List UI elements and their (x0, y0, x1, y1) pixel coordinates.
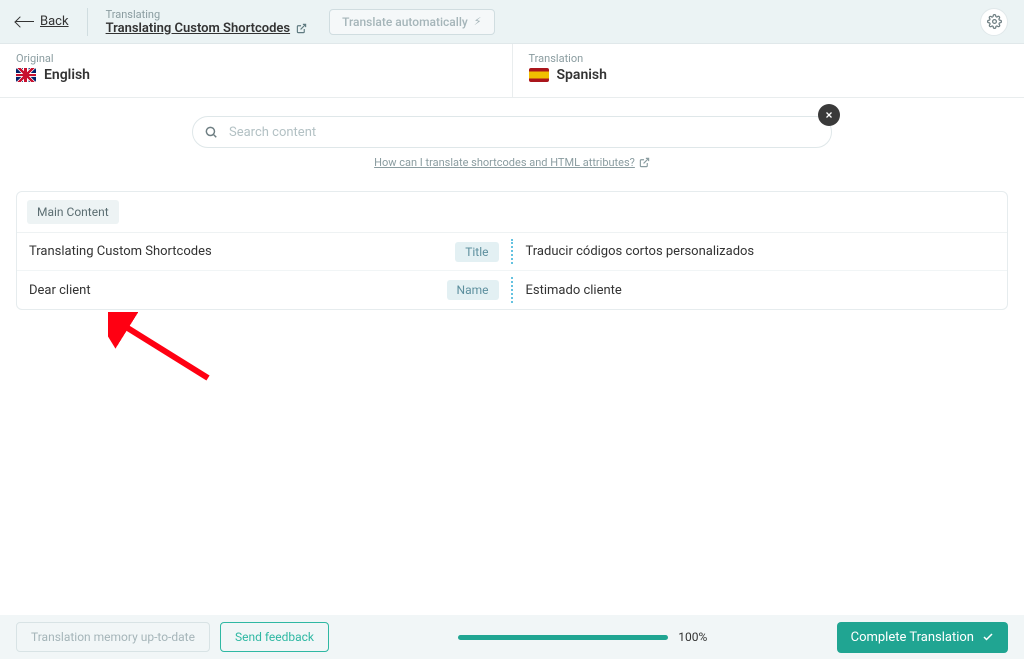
spain-flag-icon (529, 68, 549, 82)
panel-header: Main Content (17, 192, 1007, 233)
source-text: Dear client (29, 283, 91, 298)
settings-button[interactable] (980, 8, 1008, 36)
back-label: Back (40, 14, 69, 29)
source-text: Translating Custom Shortcodes (29, 244, 212, 259)
target-text: Traducir códigos cortos personalizados (526, 244, 755, 259)
breadcrumb-title-text: Translating Custom Shortcodes (106, 21, 291, 36)
panel-header-chip: Main Content (27, 200, 119, 224)
translate-automatically-button[interactable]: Translate automatically ⚡︎ (329, 9, 494, 35)
target-cell[interactable]: Traducir códigos cortos personalizados (514, 244, 1008, 259)
breadcrumb: Translating Translating Custom Shortcode… (106, 8, 308, 36)
breadcrumb-title[interactable]: Translating Custom Shortcodes (106, 21, 308, 36)
divider (87, 8, 88, 36)
language-bar: Original English Translation Spanish (0, 44, 1024, 98)
clear-search-button[interactable] (818, 104, 840, 126)
translation-lang-row: Spanish (529, 67, 1009, 83)
top-bar: Back Translating Translating Custom Shor… (0, 0, 1024, 44)
annotation-arrow-icon (108, 312, 218, 392)
help-link[interactable]: How can I translate shortcodes and HTML … (16, 156, 1008, 169)
back-button[interactable]: Back (16, 14, 69, 29)
external-link-icon (296, 23, 307, 34)
send-feedback-button[interactable]: Send feedback (220, 622, 329, 652)
progress-percentage: 100% (678, 630, 707, 644)
translation-label: Translation (529, 52, 1009, 65)
search-icon (204, 125, 218, 139)
translation-memory-button[interactable]: Translation memory up-to-date (16, 622, 210, 652)
close-icon (824, 110, 834, 120)
search-wrap (192, 116, 832, 148)
table-row[interactable]: Dear client Name Estimado cliente (17, 271, 1007, 309)
back-arrow-icon (16, 21, 34, 22)
external-link-icon (639, 157, 650, 168)
source-cell: Translating Custom Shortcodes Title (17, 242, 511, 262)
progress-wrap: 100% (339, 630, 827, 644)
translation-lang-name: Spanish (557, 67, 607, 83)
complete-btn-label: Complete Translation (851, 630, 974, 645)
translation-language-column: Translation Spanish (513, 44, 1024, 97)
content-area: How can I translate shortcodes and HTML … (0, 98, 1024, 310)
original-lang-row: English (16, 67, 496, 83)
complete-translation-button[interactable]: Complete Translation (837, 622, 1008, 653)
breadcrumb-context: Translating (106, 8, 308, 21)
search-input[interactable] (192, 116, 832, 148)
gear-icon (987, 14, 1002, 29)
footer-bar: Translation memory up-to-date Send feedb… (0, 615, 1024, 659)
uk-flag-icon (16, 68, 36, 82)
source-cell: Dear client Name (17, 280, 511, 300)
original-language-column: Original English (0, 44, 513, 97)
target-cell[interactable]: Estimado cliente (514, 283, 1008, 298)
main-content-panel: Main Content Translating Custom Shortcod… (16, 191, 1008, 310)
check-icon (982, 631, 994, 643)
auto-btn-label: Translate automatically (342, 15, 468, 29)
field-tag: Name (447, 280, 499, 300)
target-text: Estimado cliente (526, 283, 622, 298)
original-lang-name: English (44, 67, 90, 83)
bolt-icon: ⚡︎ (474, 15, 482, 28)
table-row[interactable]: Translating Custom Shortcodes Title Trad… (17, 233, 1007, 271)
help-link-text: How can I translate shortcodes and HTML … (374, 156, 635, 169)
field-tag: Title (455, 242, 498, 262)
original-label: Original (16, 52, 496, 65)
progress-bar (458, 635, 668, 640)
